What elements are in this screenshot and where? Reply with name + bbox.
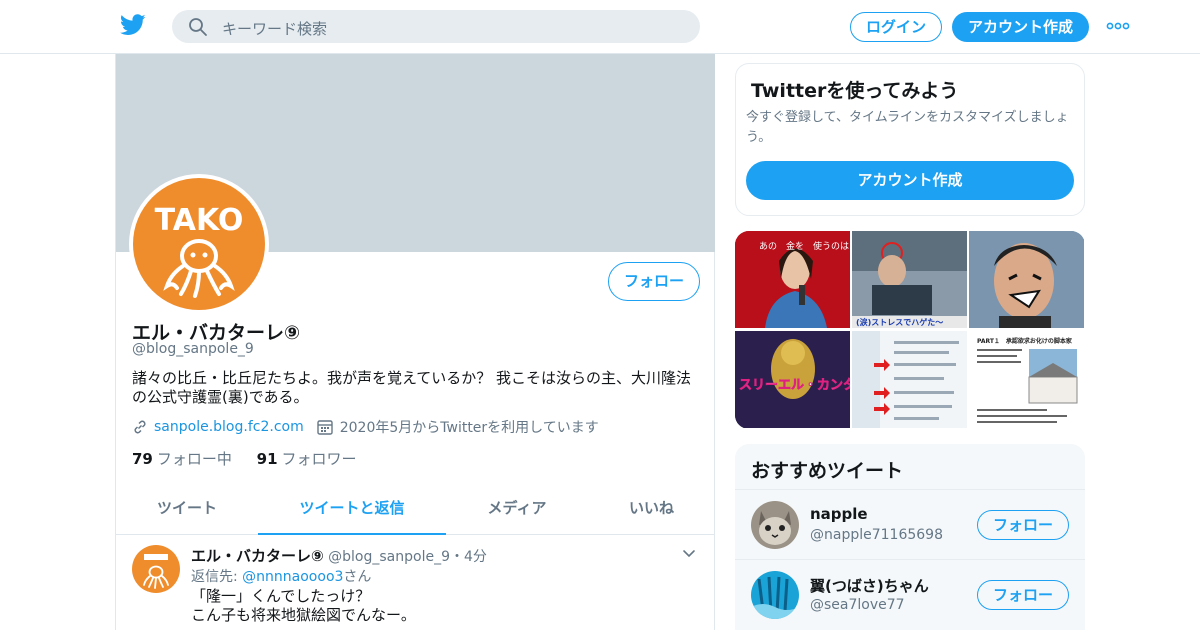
media-thumbnail[interactable]: (涙)ストレスでハゲた〜 <box>852 231 967 328</box>
recommended-title: おすすめツイート <box>751 460 904 482</box>
search-bar[interactable]: キーワード検索 <box>172 10 700 43</box>
tab-likes[interactable]: いいね <box>588 483 715 535</box>
recommended-user-name[interactable]: 翼(つばさ)ちゃん <box>810 575 929 596</box>
media-overlay-text: あの 金を 使うのは あなたね <box>759 240 850 252</box>
tweet-avatar[interactable] <box>132 545 180 593</box>
avatar[interactable] <box>751 501 799 549</box>
media-thumbnail[interactable] <box>852 331 967 428</box>
tab-tweets[interactable]: ツイート <box>116 483 258 535</box>
recommended-user[interactable]: 翼(つばさ)ちゃん @sea7love77 フォロー <box>735 560 1085 630</box>
sea-photo-icon <box>751 571 799 619</box>
tweet-author-name[interactable]: エル・バカターレ⑨ <box>191 547 324 565</box>
follow-button[interactable]: フォロー <box>608 262 700 301</box>
more-options-icon[interactable] <box>1106 18 1130 34</box>
profile-tabs: ツイート ツイートと返信 メディア いいね <box>116 483 715 535</box>
search-input[interactable]: キーワード検索 <box>222 18 327 39</box>
cat-photo-icon <box>751 501 799 549</box>
recommended-tweets-card: おすすめツイート napple @napple71165698 フォロー 翼(つ… <box>735 444 1085 630</box>
media-thumbnail[interactable]: スリーエル・カンターレ <box>735 331 850 428</box>
tweet-timestamp[interactable]: ・4分 <box>450 549 487 565</box>
profile-joined-date: 2020年5月からTwitterを利用しています <box>339 420 599 436</box>
profile-bio-line: 諸々の比丘・比丘尼たちよ。我が声を覚えているか？ 我こそは汝らの主、大川隆法 <box>132 369 692 387</box>
profile-column: TAKO フォロー エル・バカターレ⑨ @blog_sanpole_9 諸々の比… <box>115 54 715 630</box>
profile-bio-line: の公式守護霊(裏)である。 <box>132 388 309 406</box>
octopus-icon <box>143 554 169 589</box>
following-stat[interactable]: 79 フォロー中 <box>132 450 232 468</box>
media-thumbnail[interactable] <box>969 231 1084 328</box>
search-icon <box>189 18 207 36</box>
octopus-icon: TAKO <box>155 203 244 298</box>
tweet-header: エル・バカターレ⑨ @blog_sanpole_9・4分 <box>191 545 487 566</box>
signup-card: Twitterを使ってみよう 今すぐ登録して、タイムラインをカスタマイズしましょ… <box>735 63 1085 216</box>
media-caption: PART１ 承認欲求お化けの脚本家 <box>977 337 1072 345</box>
signup-card-button[interactable]: アカウント作成 <box>746 161 1074 200</box>
profile-handle: @blog_sanpole_9 <box>132 341 254 357</box>
tweet-item[interactable]: エル・バカターレ⑨ @blog_sanpole_9・4分 返信先: @nnnna… <box>116 535 715 630</box>
reply-suffix: さん <box>343 569 372 585</box>
tweet-text: 「隆一」くんでしたっけ？ こん子も将来地獄絵図でんなー。 <box>191 587 416 625</box>
signup-card-title: Twitterを使ってみよう <box>751 80 959 102</box>
reply-to-link[interactable]: @nnnnaoooo3 <box>242 569 343 585</box>
follow-button[interactable]: フォロー <box>977 510 1069 540</box>
recommended-user-name[interactable]: napple <box>810 505 868 523</box>
profile-meta: sanpole.blog.fc2.com 2020年5月からTwitterを利用… <box>132 417 599 437</box>
follow-button[interactable]: フォロー <box>977 580 1069 610</box>
tab-tweets-and-replies[interactable]: ツイートと返信 <box>258 483 446 535</box>
followers-count: 91 <box>256 450 278 468</box>
media-thumbnail[interactable]: PART１ 承認欲求お化けの脚本家 <box>969 331 1084 428</box>
tweet-text-line: 「隆一」くんでしたっけ？ <box>191 587 371 605</box>
followers-stat[interactable]: 91 フォロワー <box>257 450 357 468</box>
media-overlay-text: スリーエル・カンターレ <box>739 378 850 393</box>
tweet-author-handle[interactable]: @blog_sanpole_9 <box>328 549 450 565</box>
media-thumbnail[interactable]: あの 金を 使うのは あなたね <box>735 231 850 328</box>
tweet-text-line: こん子も将来地獄絵図でんなー。 <box>191 606 416 624</box>
profile-website-link[interactable]: sanpole.blog.fc2.com <box>154 419 304 435</box>
profile-avatar[interactable]: TAKO <box>129 174 269 314</box>
followers-label: フォロワー <box>281 450 357 468</box>
calendar-icon <box>317 420 333 435</box>
tweet-reply-context: 返信先: @nnnnaoooo3さん <box>191 566 371 586</box>
media-caption: (涙)ストレスでハゲた〜 <box>856 317 943 327</box>
recommended-user-handle[interactable]: @napple71165698 <box>810 527 943 543</box>
following-count: 79 <box>132 450 153 468</box>
twitter-bird-icon[interactable] <box>120 14 146 36</box>
signup-button[interactable]: アカウント作成 <box>952 12 1089 42</box>
reply-prefix: 返信先: <box>191 569 243 585</box>
profile-bio: 諸々の比丘・比丘尼たちよ。我が声を覚えているか？ 我こそは汝らの主、大川隆法 の… <box>132 369 702 407</box>
chevron-down-icon[interactable] <box>682 549 696 559</box>
login-button[interactable]: ログイン <box>850 12 942 42</box>
signup-card-description: 今すぐ登録して、タイムラインをカスタマイズしましょう。 <box>746 110 1069 145</box>
following-label: フォロー中 <box>156 450 232 468</box>
tab-media[interactable]: メディア <box>446 483 588 535</box>
profile-stats: 79 フォロー中 91 フォロワー <box>132 448 377 469</box>
recommended-user-handle[interactable]: @sea7love77 <box>810 597 905 613</box>
avatar[interactable] <box>751 571 799 619</box>
link-icon <box>134 420 146 434</box>
top-bar: キーワード検索 ログイン アカウント作成 <box>0 0 1200 54</box>
octopus-logo-image: TAKO <box>133 178 265 310</box>
recommended-user[interactable]: napple @napple71165698 フォロー <box>735 490 1085 560</box>
avatar-logo-text: TAKO <box>155 203 244 238</box>
media-grid: あの 金を 使うのは あなたね (涙)ストレスでハゲた〜 スリーエル・ <box>735 231 1085 429</box>
